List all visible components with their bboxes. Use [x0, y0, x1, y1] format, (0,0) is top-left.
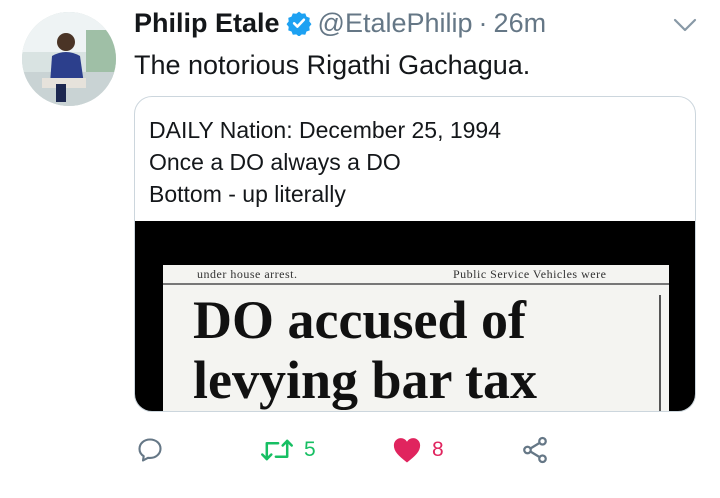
clipping-small-text-right: Public Service Vehicles were [453, 267, 607, 281]
tweet: Philip Etale @EtalePhilip · 26m The noto… [0, 0, 720, 498]
like-button[interactable]: 8 [392, 432, 444, 468]
verified-badge-icon [286, 11, 312, 36]
share-button[interactable] [520, 432, 550, 468]
chevron-down-icon[interactable] [672, 16, 698, 34]
tweet-header: Philip Etale @EtalePhilip · 26m [134, 6, 546, 40]
author-name[interactable]: Philip Etale [134, 8, 280, 39]
clipping-column-rule [659, 295, 661, 411]
reply-icon [138, 438, 162, 462]
clipping-rule [163, 283, 669, 285]
like-count: 8 [432, 438, 444, 461]
reply-button[interactable] [136, 432, 164, 468]
clipping-small-text-left: under house arrest. [197, 267, 298, 281]
quoted-tweet[interactable]: DAILY Nation: December 25, 1994 Once a D… [134, 96, 696, 412]
quote-line-3: Bottom - up literally [149, 181, 346, 207]
newspaper-paper: under house arrest. Public Service Vehic… [163, 265, 669, 411]
author-handle[interactable]: @EtalePhilip [318, 8, 473, 39]
share-icon [523, 436, 547, 464]
tweet-actions: 5 8 [0, 432, 720, 472]
retweet-button[interactable]: 5 [260, 432, 316, 468]
quote-line-2: Once a DO always a DO [149, 149, 401, 175]
avatar[interactable] [22, 12, 116, 106]
retweet-count: 5 [304, 438, 316, 461]
retweet-icon [261, 439, 293, 461]
newspaper-clipping-image[interactable]: under house arrest. Public Service Vehic… [135, 221, 695, 411]
tweet-text: The notorious Rigathi Gachagua. [134, 50, 531, 80]
avatar-image [22, 12, 116, 106]
heart-icon [393, 438, 421, 463]
quote-line-1: DAILY Nation: December 25, 1994 [149, 117, 502, 143]
clipping-headline-line-2: levying bar tax [193, 350, 538, 410]
clipping-headline-line-1: DO accused of [193, 290, 526, 350]
timestamp[interactable]: 26m [494, 8, 547, 39]
separator: · [478, 7, 488, 38]
